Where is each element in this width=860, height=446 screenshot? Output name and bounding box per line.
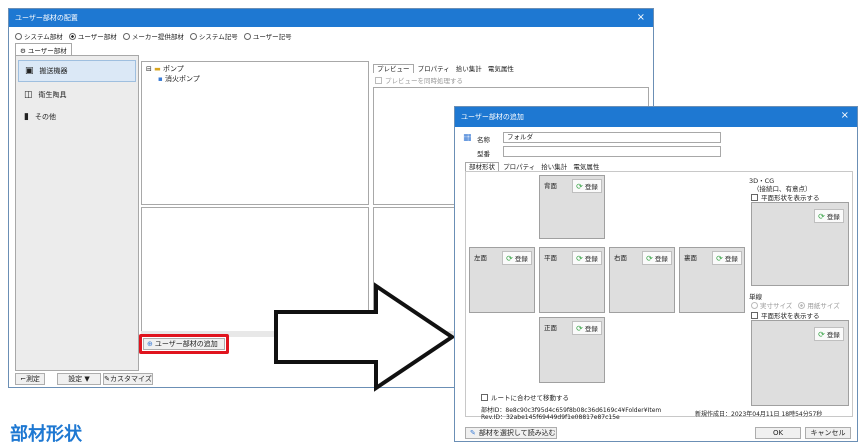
- other-icon: ▮: [24, 112, 29, 122]
- sidebar-item-other[interactable]: ▮ その他: [18, 108, 136, 126]
- tab-electric[interactable]: 電気属性: [571, 163, 601, 171]
- part-icon: ▪: [158, 75, 163, 83]
- register-left-button[interactable]: ⟳ 登録: [502, 251, 532, 265]
- face-bottom: 正面 ⟳ 登録: [539, 317, 605, 383]
- tab-property[interactable]: プロパティ: [416, 65, 452, 73]
- cancel-button[interactable]: キャンセル: [805, 427, 851, 439]
- load-part-button[interactable]: ✎ 部材を選択して読み込む: [465, 427, 557, 439]
- face-left: 左面 ⟳ 登録: [469, 247, 535, 313]
- radio-maker-parts[interactable]: メーカー提供部材: [122, 33, 184, 41]
- cg-plan-checkbox[interactable]: 平面形状を表示する: [751, 192, 820, 202]
- sidebar-item-transport[interactable]: ▣ 搬送機器: [18, 60, 136, 82]
- radio-user-parts[interactable]: ユーザー部材: [68, 33, 117, 41]
- section-caption: 部材形状: [10, 424, 82, 445]
- register-bottom-button[interactable]: ⟳ 登録: [572, 321, 602, 335]
- right-dialog-titlebar: ユーザー部材の追加 ×: [455, 107, 857, 127]
- radio-system-symbol[interactable]: システム記号: [189, 33, 238, 41]
- parts-tree: ⊟ ▬ ポンプ ▪ 消火ポンプ: [141, 61, 369, 205]
- ok-button[interactable]: OK: [755, 427, 801, 439]
- register-unit-button[interactable]: ⟳ 登録: [814, 327, 844, 341]
- register-right-button[interactable]: ⟳ 登録: [642, 251, 672, 265]
- transport-device-icon: ▣: [25, 66, 34, 76]
- model-field[interactable]: [503, 146, 721, 157]
- unit-preview: ⟳ 登録: [751, 320, 849, 406]
- tab-count[interactable]: 拾い集計: [539, 163, 569, 171]
- tree-node-fire-pump[interactable]: ▪ 消火ポンプ: [158, 74, 200, 84]
- pencil-icon: ✎: [470, 429, 476, 437]
- gear-icon: ⚙: [20, 47, 26, 55]
- preview-tabs: プレビュー プロパティ 拾い集計 電気属性: [373, 63, 516, 73]
- add-part-icon: ⊕: [147, 340, 153, 348]
- unit-plan-checkbox[interactable]: 平面形状を表示する: [751, 310, 820, 320]
- left-dialog-title: ユーザー部材の配置: [15, 14, 78, 22]
- sanitary-icon: ◫: [24, 90, 33, 100]
- register-front-button[interactable]: ⟳ 登録: [572, 251, 602, 265]
- sidebar-item-sanitary[interactable]: ◫ 衛生陶具: [18, 86, 136, 104]
- customize-button[interactable]: ✎ カスタマイズ: [103, 373, 153, 385]
- settings-button[interactable]: 設定 ▼: [57, 373, 101, 385]
- route-move-checkbox[interactable]: ルートに合わせて移動する: [481, 392, 569, 402]
- name-field[interactable]: フォルダ: [503, 132, 721, 143]
- tree-node-pump[interactable]: ⊟ ▬ ポンプ: [146, 64, 184, 74]
- left-dialog-close-icon[interactable]: ×: [637, 12, 645, 23]
- name-label: 名称: [477, 136, 490, 144]
- unit-size-radios: 実寸サイズ 用紙サイズ: [751, 300, 840, 310]
- left-dialog-titlebar: ユーザー部材の配置 ×: [9, 9, 653, 27]
- source-radio-group: システム部材 ユーザー部材 メーカー提供部材 システム記号 ユーザー記号: [15, 31, 292, 41]
- part-icon: ▦: [463, 133, 472, 143]
- collapse-icon: ⊟: [146, 65, 152, 73]
- right-dialog-title: ユーザー部材の追加: [461, 113, 524, 121]
- rev-id-text: Rev.ID：32abe145f69449d9f1e08817e87c15e: [481, 414, 620, 421]
- right-dialog-close-icon[interactable]: ×: [841, 110, 849, 121]
- created-date-text: 新規作成日：2023年04月11日 18時54分57秒: [695, 411, 823, 418]
- tab-preview[interactable]: プレビュー: [373, 64, 414, 73]
- add-user-part-button[interactable]: ⊕ ユーザー部材の追加: [143, 338, 225, 350]
- tab-shape[interactable]: 部材形状: [465, 162, 499, 171]
- radio-user-symbol[interactable]: ユーザー記号: [243, 33, 292, 41]
- tab-property[interactable]: プロパティ: [501, 163, 537, 171]
- right-dialog: ユーザー部材の追加 × ▦ 名称 フォルダ 型番 部材形状 プロパティ 拾い集計…: [454, 106, 858, 442]
- chevron-down-icon: ▼: [84, 375, 90, 383]
- register-cg-button[interactable]: ⟳ 登録: [814, 209, 844, 223]
- cg-preview: ⟳ 登録: [751, 202, 849, 286]
- category-sidebar: ▣ 搬送機器 ◫ 衛生陶具 ▮ その他: [15, 55, 139, 371]
- register-back-button[interactable]: ⟳ 登録: [712, 251, 742, 265]
- shape-tabs: 部材形状 プロパティ 拾い集計 電気属性: [465, 161, 601, 171]
- face-right: 右面 ⟳ 登録: [609, 247, 675, 313]
- tab-count[interactable]: 拾い集計: [454, 65, 484, 73]
- radio-paper-size[interactable]: 用紙サイズ: [798, 302, 840, 310]
- measure-button[interactable]: ⌐ 測定: [15, 373, 45, 385]
- face-back: 裏面 ⟳ 登録: [679, 247, 745, 313]
- radio-actual-size[interactable]: 実寸サイズ: [751, 302, 792, 310]
- face-top: 背面 ⟳ 登録: [539, 175, 605, 239]
- model-label: 型番: [477, 150, 490, 158]
- tab-electric[interactable]: 電気属性: [486, 65, 516, 73]
- preview-sync-option[interactable]: プレビューを同時処理する: [375, 75, 463, 85]
- face-front: 平面 ⟳ 登録: [539, 247, 605, 313]
- register-top-button[interactable]: ⟳ 登録: [572, 179, 602, 193]
- arrow-right-icon: [274, 282, 456, 392]
- radio-system-parts[interactable]: システム部材: [15, 33, 63, 41]
- folder-icon: ▬: [154, 65, 161, 73]
